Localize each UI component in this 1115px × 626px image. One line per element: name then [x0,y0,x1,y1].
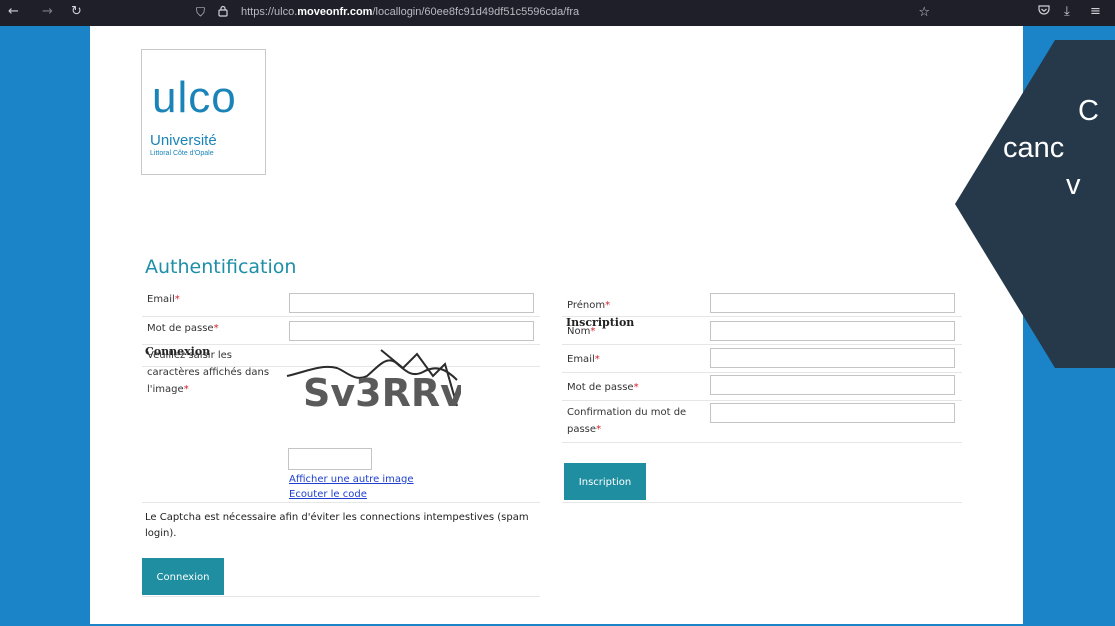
required-marker: * [594,354,600,365]
password-label: Mot de passe* [147,323,219,334]
firstname-label: Prénom* [567,300,611,311]
other-image-link[interactable]: Afficher une autre image [289,474,414,486]
tracking-shield-icon[interactable]: ⛉ [196,3,205,22]
connexion-button[interactable]: Connexion [142,558,224,595]
firstname-field[interactable] [710,293,955,313]
divider [562,344,962,345]
divider [562,372,962,373]
captcha-text: Sv3RRv [303,371,461,415]
url-text: https://ulco.moveonfr.com/locallogin/60e… [241,3,579,22]
required-marker: * [183,384,189,395]
bookmark-star-icon[interactable]: ☆ [918,3,930,22]
captcha-input[interactable] [288,448,372,470]
page-title: Authentification [145,256,297,278]
url-path: /locallogin/60ee8fc91d49df51c5596cda/fra [372,6,580,18]
signup-email-field[interactable] [710,348,955,368]
forward-arrow-icon[interactable]: → [42,3,53,21]
listen-code-link[interactable]: Ecouter le code [289,489,367,501]
divider [562,502,962,503]
pocket-icon[interactable] [1038,3,1050,21]
url-domain: moveonfr.com [297,6,373,18]
callout-line-2: canc [1003,132,1065,164]
logo-tagline: Littoral Côte d'Opale [150,150,214,157]
required-marker: * [605,300,611,311]
required-marker: * [213,323,219,334]
captcha-image: Sv3RRv [286,349,461,415]
divider [562,400,962,401]
url-prefix: https://ulco. [241,6,298,18]
required-marker: * [596,424,602,435]
email-label: Email* [147,294,180,305]
back-arrow-icon[interactable]: ← [8,3,19,21]
signup-password-field[interactable] [710,375,955,395]
logo-wordmark: ulco [152,73,237,122]
ulco-logo: ulco Université Littoral Côte d'Opale [141,49,266,175]
signup-password-label: Mot de passe* [567,382,639,393]
download-icon[interactable]: ⤓ [1064,3,1070,21]
divider [142,502,540,503]
callout-hexagon [955,40,1115,368]
callout-line-3: v [1066,169,1081,201]
address-bar[interactable]: ⛉ https://ulco.moveonfr.com/locallogin/6… [184,3,940,22]
password-field[interactable] [289,321,534,341]
captcha-label: Veuillez saisir les caractères affichés … [147,350,270,395]
lastname-label: Nom* [567,326,596,337]
divider [142,316,540,317]
divider [142,596,540,597]
hamburger-menu-icon[interactable]: ≡ [1090,3,1101,21]
divider [562,442,962,443]
confirm-password-field[interactable] [710,403,955,423]
lock-icon[interactable] [218,3,228,22]
lastname-field[interactable] [710,321,955,341]
inscription-button[interactable]: Inscription [564,463,646,500]
browser-toolbar: ← → ↻ ⛉ https://ulco.moveonfr.com/locall… [0,0,1115,26]
page-content: ulco Université Littoral Côte d'Opale Au… [90,26,1023,624]
confirm-password-label: Confirmation du mot de passe* [567,407,687,435]
required-marker: * [174,294,180,305]
callout-line-1: C [1078,95,1099,127]
divider [562,316,962,317]
email-field[interactable] [289,293,534,313]
captcha-note: Le Captcha est nécessaire afin d'éviter … [145,512,529,539]
logo-university-name: Université [150,132,217,149]
reload-icon[interactable]: ↻ [71,3,82,21]
signup-email-label: Email* [567,354,600,365]
required-marker: * [590,326,596,337]
required-marker: * [633,382,639,393]
